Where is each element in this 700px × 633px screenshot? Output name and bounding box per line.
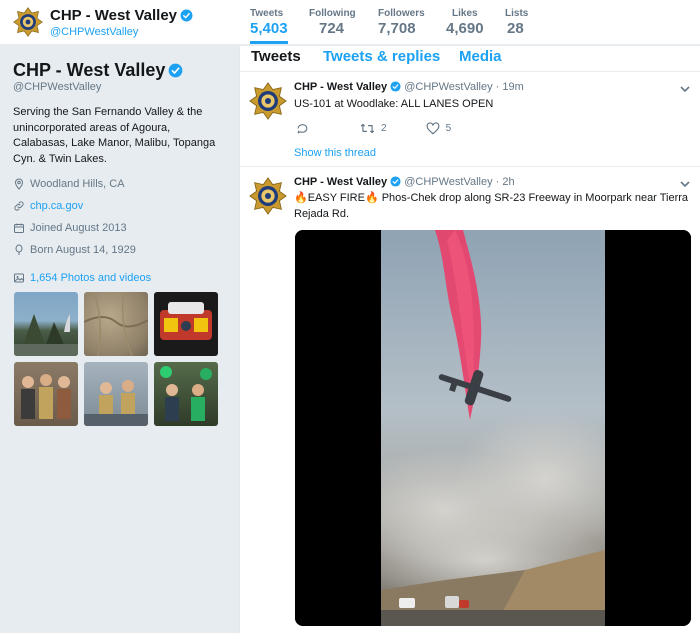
photo-thumb-vehicle[interactable]: [154, 292, 218, 356]
tab-media[interactable]: Media: [459, 48, 502, 65]
tweet-video[interactable]: [295, 230, 691, 626]
stat-value: 28: [507, 20, 524, 37]
tweet-timestamp[interactable]: · 2h: [496, 176, 515, 188]
stat-followers[interactable]: Followers 7,708: [378, 8, 425, 37]
tweet-header: CHP - West Valley @CHPWestValley · 19m: [294, 81, 524, 93]
heart-icon: [426, 122, 439, 135]
stat-lists[interactable]: Lists 28: [505, 8, 528, 37]
joined-text: Joined August 2013: [30, 222, 127, 234]
reply-icon: [297, 124, 308, 134]
timeline: Tweets Tweets & replies Media CHP - West…: [239, 46, 700, 633]
photo-icon: [14, 273, 24, 283]
reply-button[interactable]: [296, 122, 309, 135]
profile-born: Born August 14, 1929: [13, 244, 136, 256]
verified-icon: [180, 9, 193, 22]
stat-label: Lists: [505, 8, 529, 19]
photo-thumb-map[interactable]: [84, 292, 148, 356]
tab-tweets-replies[interactable]: Tweets & replies: [323, 48, 440, 65]
profile-name[interactable]: CHP - West Valley: [13, 60, 183, 81]
tweet-author-name[interactable]: CHP - West Valley: [294, 81, 387, 93]
stat-tweets[interactable]: Tweets 5,403: [250, 8, 288, 44]
group-image: [21, 374, 71, 419]
verified-icon: [168, 63, 183, 78]
photo-thumb-event[interactable]: [84, 362, 148, 426]
profile-name-text: CHP - West Valley: [13, 60, 166, 80]
photos-videos-text[interactable]: 1,654 Photos and videos: [30, 272, 151, 284]
photo-thumb-party[interactable]: [154, 362, 218, 426]
link-icon: [14, 201, 24, 211]
tweet-actions: 2 5: [296, 122, 451, 135]
verified-icon: [390, 81, 401, 92]
stat-label: Tweets: [250, 8, 284, 19]
website-link[interactable]: chp.ca.gov: [30, 200, 83, 212]
photo-thumb-trees[interactable]: [14, 292, 78, 356]
location-pin-icon: [14, 178, 24, 190]
retweet-icon: [360, 123, 375, 134]
vehicle-image: [160, 302, 212, 340]
profile-website[interactable]: chp.ca.gov: [13, 200, 83, 212]
header-handle[interactable]: @CHPWestValley: [50, 26, 138, 38]
tweet-text-line: 🔥EASY FIRE🔥 Phos-Chek drop along SR-23 F…: [294, 192, 689, 204]
stat-value: 4,690: [446, 20, 484, 37]
photo-thumb-group[interactable]: [14, 362, 78, 426]
retweet-count: 2: [381, 123, 387, 134]
born-text: Born August 14, 1929: [30, 244, 136, 256]
tweet-text: US-101 at Woodlake: ALL LANES OPEN: [294, 98, 494, 110]
photos-videos-link[interactable]: 1,654 Photos and videos: [13, 272, 151, 284]
stat-following[interactable]: Following 724: [309, 8, 356, 37]
stat-value: 7,708: [378, 20, 416, 37]
tweet-author-handle[interactable]: @CHPWestValley: [404, 81, 492, 93]
profile-sidebar: CHP - West Valley @CHPWestValley Serving…: [0, 46, 239, 633]
calendar-icon: [14, 223, 24, 233]
stat-value: 5,403: [250, 20, 288, 37]
tree-image: [14, 314, 78, 356]
stat-label: Likes: [452, 8, 478, 19]
retweet-button[interactable]: 2: [360, 122, 387, 135]
location-text: Woodland Hills, CA: [30, 178, 125, 190]
verified-icon: [390, 176, 401, 187]
map-image: [84, 292, 148, 356]
avatar[interactable]: [249, 177, 287, 215]
tweet-divider: [240, 166, 700, 167]
like-button[interactable]: 5: [426, 122, 452, 135]
profile-location: Woodland Hills, CA: [13, 178, 125, 190]
tweet-author-handle[interactable]: @CHPWestValley: [404, 176, 492, 188]
profile-header-bar: CHP - West Valley @CHPWestValley Tweets …: [0, 0, 700, 45]
tab-tweets[interactable]: Tweets: [251, 48, 301, 65]
tweet-author-name[interactable]: CHP - West Valley: [294, 176, 387, 188]
like-count: 5: [445, 123, 452, 134]
stat-likes[interactable]: Likes 4,690: [446, 8, 484, 37]
video-frame: [295, 230, 691, 626]
profile-handle[interactable]: @CHPWestValley: [13, 81, 101, 93]
event-image: [84, 380, 148, 426]
stat-value: 724: [319, 20, 345, 37]
avatar[interactable]: [249, 82, 287, 120]
stat-label: Followers: [378, 8, 425, 19]
tweet-header: CHP - West Valley @CHPWestValley · 2h: [294, 176, 515, 188]
balloon-icon: [15, 244, 23, 255]
header-profile-name[interactable]: CHP - West Valley: [50, 7, 193, 24]
party-image: [160, 366, 212, 421]
tweet-timestamp[interactable]: · 19m: [496, 81, 524, 93]
chevron-down-icon[interactable]: [679, 83, 691, 95]
header-name-text: CHP - West Valley: [50, 7, 178, 24]
profile-bio: Serving the San Fernando Valley & the un…: [13, 106, 216, 165]
tweet-text: 🔥EASY FIRE🔥 Phos-Chek drop along SR-23 F…: [294, 191, 694, 222]
timeline-tabs: Tweets Tweets & replies Media: [240, 46, 700, 72]
chevron-down-icon[interactable]: [679, 178, 691, 190]
stat-label: Following: [309, 8, 356, 19]
chp-badge-icon[interactable]: [13, 7, 43, 37]
profile-joined: Joined August 2013: [13, 222, 127, 234]
tweet-text-line: Rejada Rd.: [294, 207, 350, 220]
show-thread-link[interactable]: Show this thread: [294, 147, 376, 159]
